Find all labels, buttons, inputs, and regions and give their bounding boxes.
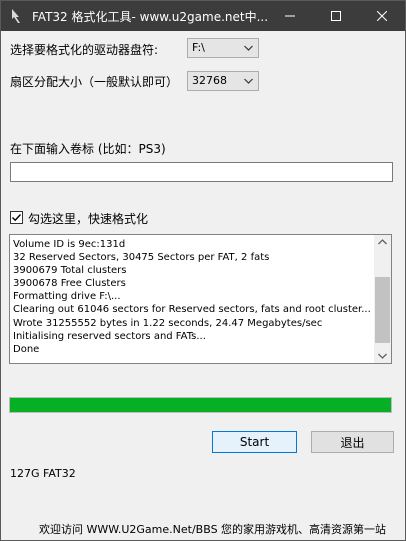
scroll-thumb[interactable] <box>375 277 390 343</box>
drive-label: 选择要格式化的驱动器盘符: <box>10 43 159 57</box>
log-line: 3900679 Total clusters <box>13 265 127 277</box>
chevron-down-icon <box>244 45 253 51</box>
minimize-icon <box>285 15 295 17</box>
quick-format-checkbox[interactable] <box>10 211 23 224</box>
log-line: Clearing out 61046 sectors for Reserved … <box>13 304 371 316</box>
close-icon <box>377 11 387 21</box>
scroll-down-icon[interactable] <box>378 353 387 359</box>
log-line: Formatting drive F:\... <box>13 291 121 303</box>
progress-fill <box>10 398 391 412</box>
log-line: Wrote 31255552 bytes in 1.22 seconds, 24… <box>13 317 323 329</box>
format-progress-bar <box>9 397 392 413</box>
cluster-label: 扇区分配大小（一般默认即可） <box>10 75 179 89</box>
scroll-up-icon[interactable] <box>378 239 387 245</box>
log-line: Volume ID is 9ec:131d <box>13 239 126 250</box>
log-scrollbar[interactable] <box>374 235 391 363</box>
exit-button[interactable]: 退出 <box>311 431 394 453</box>
log-line: Initialising reserved sectors and FATs..… <box>13 330 206 342</box>
cluster-size-value: 32768 <box>192 74 227 87</box>
app-window: FAT32 格式化工具- www.u2game.net中... 选择要格式化的驱… <box>0 0 406 541</box>
app-icon <box>12 9 20 23</box>
close-button[interactable] <box>359 1 405 31</box>
log-line: 3900678 Free Clusters <box>13 278 126 290</box>
minimize-button[interactable] <box>267 1 313 31</box>
title-bar[interactable]: FAT32 格式化工具- www.u2game.net中... <box>1 1 405 31</box>
chevron-down-icon <box>244 78 253 84</box>
volume-label-input[interactable] <box>10 162 393 182</box>
volume-label-caption: 在下面输入卷标 (比如：PS3) <box>10 142 166 156</box>
window-title: FAT32 格式化工具- www.u2game.net中... <box>32 10 269 24</box>
drive-select-value: F:\ <box>192 41 205 54</box>
status-text: 127G FAT32 <box>10 467 76 480</box>
log-output[interactable]: Volume ID is 9ec:131d 32 Reserved Sectors… <box>9 234 392 364</box>
maximize-button[interactable] <box>313 1 359 31</box>
log-lines: Volume ID is 9ec:131d 32 Reserved Sectors… <box>13 238 373 356</box>
log-line: Done <box>13 343 40 355</box>
maximize-icon <box>331 11 341 21</box>
drive-select[interactable]: F:\ <box>187 38 259 58</box>
footer-banner[interactable]: 欢迎访问 WWW.U2Game.Net/BBS 您的家用游戏机、高清资源第一站 <box>39 521 386 537</box>
quick-format-label[interactable]: 勾选这里，快速格式化 <box>28 210 148 227</box>
cluster-size-select[interactable]: 32768 <box>187 71 259 91</box>
start-button[interactable]: Start <box>212 431 297 453</box>
log-line: 32 Reserved Sectors, 30475 Sectors per F… <box>13 252 270 264</box>
checkmark-icon <box>12 214 22 222</box>
